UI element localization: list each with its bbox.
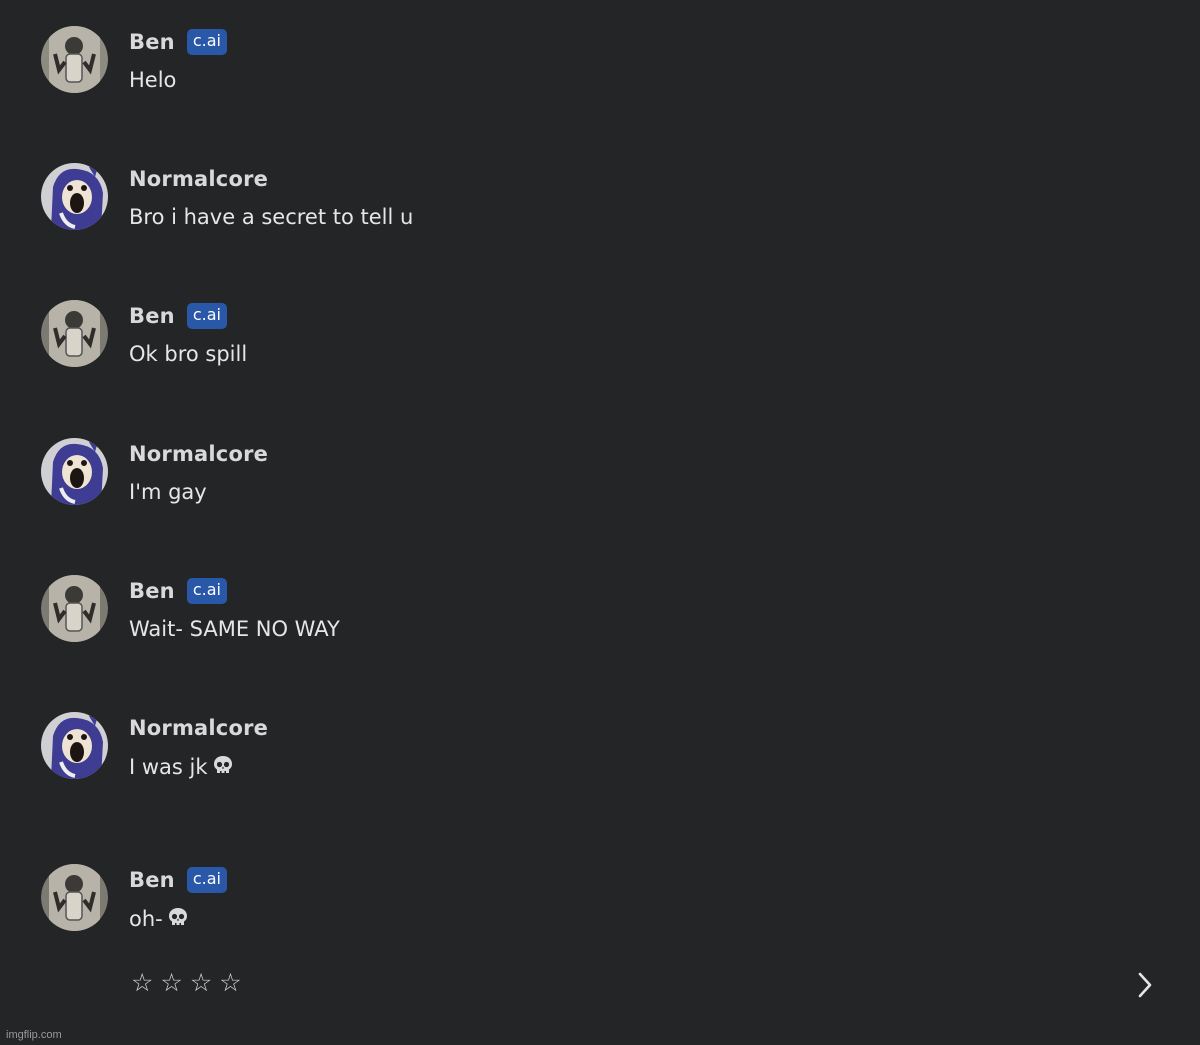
message-text: I'm gay <box>129 480 207 504</box>
author-name: Ben <box>129 304 175 328</box>
message-text-content: I'm gay <box>129 480 207 504</box>
message-text-content: Helo <box>129 68 177 92</box>
skull-emoji <box>167 906 189 933</box>
author-name: Normalcore <box>129 442 269 466</box>
ben-avatar[interactable] <box>41 575 108 642</box>
skull-emoji <box>212 754 234 781</box>
message-item: Ben c.ai Wait- SAME NO WAY <box>0 575 1200 655</box>
message-text: I was jk <box>129 754 234 781</box>
message-text: Ok bro spill <box>129 342 247 366</box>
cai-badge: c.ai <box>186 303 227 329</box>
watermark: imgflip.com <box>6 1029 62 1041</box>
star-outline-icon[interactable]: ☆ <box>219 966 241 1000</box>
author-name: Normalcore <box>129 716 269 740</box>
message-text-content: Ok bro spill <box>129 342 248 366</box>
author-name: Ben <box>129 30 175 54</box>
ben-avatar[interactable] <box>41 26 108 93</box>
author-name: Ben <box>129 579 175 603</box>
rating-stars: ☆ ☆ ☆ ☆ <box>131 966 242 1000</box>
message-item: Normalcore Bro i have a secret to tell u <box>0 163 1200 243</box>
author-name: Normalcore <box>129 167 269 191</box>
cai-badge: c.ai <box>186 29 227 55</box>
message-item: Ben c.ai oh- <box>0 864 1200 944</box>
message-text: Helo <box>129 68 176 92</box>
star-outline-icon[interactable]: ☆ <box>131 966 153 1000</box>
star-outline-icon[interactable]: ☆ <box>160 966 182 1000</box>
normalcore-avatar[interactable] <box>41 163 108 230</box>
chevron-right-icon[interactable] <box>1130 968 1160 1002</box>
ben-avatar[interactable] <box>41 864 108 931</box>
message-text-content: Wait- SAME NO WAY <box>129 617 340 641</box>
message-item: Normalcore I'm gay <box>0 438 1200 518</box>
message-item: Ben c.ai Helo <box>0 26 1200 106</box>
message-item: Normalcore I was jk <box>0 712 1200 792</box>
cai-badge: c.ai <box>186 867 227 893</box>
message-text: Bro i have a secret to tell u <box>129 205 413 229</box>
message-item: Ben c.ai Ok bro spill <box>0 300 1200 380</box>
message-text-content: I was jk <box>129 755 208 779</box>
ben-avatar[interactable] <box>41 300 108 367</box>
normalcore-avatar[interactable] <box>41 712 108 779</box>
author-name: Ben <box>129 868 175 892</box>
message-text-content: oh- <box>129 907 163 931</box>
star-outline-icon[interactable]: ☆ <box>190 966 212 1000</box>
cai-badge: c.ai <box>186 578 227 604</box>
message-text-content: Bro i have a secret to tell u <box>129 205 414 229</box>
message-text: Wait- SAME NO WAY <box>129 617 340 641</box>
normalcore-avatar[interactable] <box>41 438 108 505</box>
message-text: oh- <box>129 906 189 933</box>
